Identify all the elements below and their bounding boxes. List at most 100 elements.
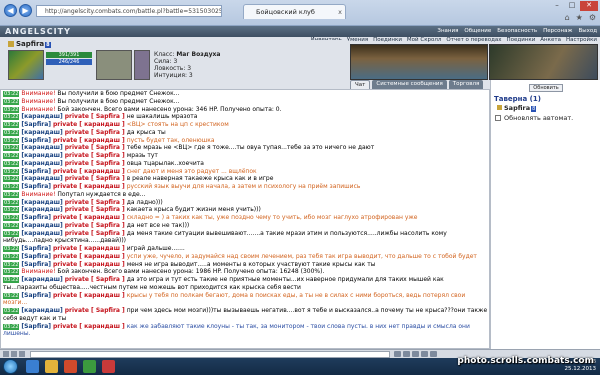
maximize-icon[interactable]: □ <box>565 1 579 11</box>
private-recipient[interactable]: private [ Sapfira ] <box>65 206 125 213</box>
sender-nick[interactable]: [карандаш] <box>21 113 62 120</box>
menu-item[interactable]: Поединки <box>373 37 402 43</box>
equipment-slots-2[interactable] <box>134 50 150 80</box>
menu-item[interactable]: Умения <box>347 37 368 43</box>
sender-nick[interactable]: [Sapfira] <box>21 261 51 268</box>
send-icon[interactable] <box>394 351 401 357</box>
timestamp[interactable]: 03:22 <box>3 114 20 121</box>
tab-trade[interactable]: Торговля <box>448 80 484 89</box>
sender-nick[interactable]: [карандаш] <box>21 276 62 283</box>
refresh-button[interactable]: Обновить <box>529 84 563 92</box>
sender-nick[interactable]: [карандаш] <box>21 199 62 206</box>
timestamp[interactable]: 03:22 <box>3 153 20 159</box>
timestamp[interactable]: 03:22 <box>3 168 20 175</box>
menu-item[interactable]: Отчет о переводах <box>446 37 501 43</box>
chat-message-input[interactable] <box>30 351 390 358</box>
settings-icon[interactable] <box>430 351 437 357</box>
sender-nick[interactable]: [Sapfira] <box>21 121 51 128</box>
timestamp[interactable]: 03:22 <box>3 129 20 136</box>
settings-gear-icon[interactable]: ⚙ <box>589 13 596 22</box>
private-recipient[interactable]: private [ Sapfira ] <box>65 230 125 237</box>
timestamp[interactable]: 03:22 <box>3 215 20 221</box>
sender-nick[interactable]: [Sapfira] <box>21 292 51 299</box>
translit-icon[interactable] <box>403 351 410 357</box>
chat-log[interactable]: 03:22 Внимание! Вы получили в бою предмет… <box>0 89 490 349</box>
minimize-icon[interactable]: – <box>550 1 564 11</box>
timestamp[interactable]: 03:22 <box>3 261 20 268</box>
ie-icon[interactable] <box>26 360 39 373</box>
equipment-slots[interactable] <box>96 50 132 80</box>
menu-item[interactable]: Персонаж <box>543 28 572 34</box>
private-recipient[interactable]: private [ Sapfira ] <box>65 199 125 206</box>
private-recipient[interactable]: private [ карандаш ] <box>53 137 125 144</box>
private-recipient[interactable]: private [ Sapfira ] <box>65 160 125 167</box>
browser-tab[interactable]: Бойцовский клуб x <box>243 4 346 19</box>
filter-icon[interactable] <box>19 351 25 357</box>
private-recipient[interactable]: private [ Sapfira ] <box>65 129 125 136</box>
sender-nick[interactable]: [Sapfira] <box>21 253 51 260</box>
menu-item[interactable]: Мой Скролл <box>407 37 441 43</box>
timestamp[interactable]: 03:22 <box>3 145 20 152</box>
timestamp[interactable]: 03:22 <box>3 199 20 206</box>
private-recipient[interactable]: private [ карандаш ] <box>53 261 125 268</box>
tab-system[interactable]: Системные сообщения <box>372 80 447 89</box>
menu-item[interactable]: Настройки <box>566 37 597 43</box>
sender-nick[interactable]: [карандаш] <box>21 175 62 182</box>
sender-nick[interactable]: [Sapfira] <box>21 323 51 330</box>
clear-icon[interactable] <box>11 351 17 357</box>
address-bar[interactable]: http://angelscity.combats.com/battle.pl?… <box>36 5 222 17</box>
sender-nick[interactable]: [карандаш] <box>21 307 62 314</box>
timestamp[interactable]: 03:22 <box>3 222 20 229</box>
timestamp[interactable]: 03:22 <box>3 308 20 314</box>
sender-nick[interactable]: [карандаш] <box>21 230 62 237</box>
timestamp[interactable]: 03:22 <box>3 98 20 105</box>
smile-icon[interactable] <box>3 351 9 357</box>
tab-chat[interactable]: Чат <box>350 80 371 89</box>
character-portrait[interactable] <box>8 50 44 80</box>
timestamp[interactable]: 03:22 <box>3 184 20 190</box>
character-name[interactable]: Sapfira 8 <box>8 40 51 48</box>
menu-item[interactable]: Анкета <box>540 37 561 43</box>
private-recipient[interactable]: private [ карандаш ] <box>53 168 125 175</box>
timestamp[interactable]: 03:22 <box>3 253 20 260</box>
home-icon[interactable]: ⌂ <box>565 13 570 22</box>
forward-button[interactable]: ▶ <box>19 4 32 17</box>
sound-icon[interactable] <box>412 351 419 357</box>
timestamp[interactable]: 03:22 <box>3 106 20 113</box>
private-recipient[interactable]: private [ карандаш ] <box>53 183 125 190</box>
timestamp[interactable]: 03:22 <box>3 277 20 283</box>
private-recipient[interactable]: private [ карандаш ] <box>53 323 125 330</box>
room-user[interactable]: Sapfira 8 <box>497 104 537 112</box>
menu-item[interactable]: Безопасность <box>497 28 537 34</box>
opera-icon[interactable] <box>102 360 115 373</box>
app-icon[interactable] <box>83 360 96 373</box>
menu-item[interactable]: Знания <box>437 28 458 34</box>
start-button[interactable] <box>3 359 18 374</box>
sender-nick[interactable]: [Sapfira] <box>21 245 51 252</box>
media-icon[interactable] <box>64 360 77 373</box>
close-window-icon[interactable]: ✕ <box>580 1 598 11</box>
sender-nick[interactable]: [карандаш] <box>21 152 62 159</box>
favorites-icon[interactable]: ★ <box>576 13 583 22</box>
private-recipient[interactable]: private [ карандаш ] <box>53 253 125 260</box>
timestamp[interactable]: 03:22 <box>3 246 20 252</box>
sender-nick[interactable]: [карандаш] <box>21 160 62 167</box>
timestamp[interactable]: 03:22 <box>3 323 20 330</box>
private-recipient[interactable]: private [ Sapfira ] <box>65 152 125 159</box>
private-recipient[interactable]: private [ карандаш ] <box>53 214 125 221</box>
private-recipient[interactable]: private [ Sapfira ] <box>65 276 125 283</box>
private-recipient[interactable]: private [ Sapfira ] <box>65 144 125 151</box>
private-recipient[interactable]: private [ Sapfira ] <box>65 222 125 229</box>
explorer-icon[interactable] <box>45 360 58 373</box>
timestamp[interactable]: 03:22 <box>3 91 20 97</box>
menu-item[interactable]: Поединки <box>507 37 536 43</box>
timestamp[interactable]: 03:22 <box>3 137 20 144</box>
menu-item[interactable]: Выход <box>578 28 597 34</box>
back-button[interactable]: ◀ <box>4 4 17 17</box>
sender-nick[interactable]: [карандаш] <box>21 206 62 213</box>
sender-nick[interactable]: [Sapfira] <box>21 214 51 221</box>
auto-refresh-checkbox[interactable]: Обновлять автомат. <box>495 114 573 122</box>
sender-nick[interactable]: [карандаш] <box>21 222 62 229</box>
timestamp[interactable]: 03:22 <box>3 207 20 214</box>
sender-nick[interactable]: [карандаш] <box>21 129 62 136</box>
